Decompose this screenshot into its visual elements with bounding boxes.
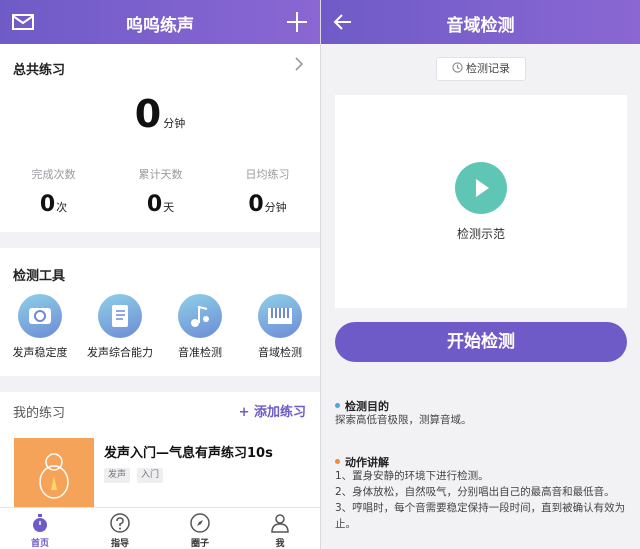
exercise-tag: 入门 bbox=[137, 468, 164, 483]
tool-stability[interactable]: 发声稳定度 bbox=[0, 294, 80, 360]
stat-days: 累计天数 0天 bbox=[107, 166, 214, 217]
exercise-thumbnail[interactable] bbox=[14, 438, 94, 507]
stat-value: 0 bbox=[39, 192, 56, 217]
tool-pitch[interactable]: 音准检测 bbox=[160, 294, 240, 360]
clock-icon bbox=[452, 62, 463, 73]
piano-keys-icon bbox=[258, 294, 302, 338]
music-note-icon bbox=[178, 294, 222, 338]
step-line: 2、身体放松，自然吸气，分别唱出自己的最高音和最低音。 bbox=[335, 486, 615, 498]
exercise-title[interactable]: 发声入门—气息有声练习10s bbox=[104, 442, 273, 461]
stat-label: 日均练习 bbox=[245, 168, 290, 181]
blue-dot-icon bbox=[335, 403, 340, 408]
purpose-text: 探索高低音极限，测算音域。 bbox=[335, 414, 472, 426]
total-practice-title: 总共练习 bbox=[13, 63, 66, 78]
stat-unit: 次 bbox=[56, 201, 68, 214]
demo-video-panel: 检测示范 bbox=[335, 95, 627, 308]
my-practice-card: 我的练习 + 添加练习 发声入门—气息有声练习10s 发声 入门 bbox=[0, 392, 320, 507]
tab-circle[interactable]: 圈子 bbox=[160, 512, 240, 549]
tool-label: 音域检测 bbox=[258, 346, 302, 359]
tab-label: 指导 bbox=[110, 539, 129, 549]
question-icon bbox=[110, 513, 130, 533]
stat-completed: 完成次数 0次 bbox=[0, 166, 107, 217]
tool-comprehensive[interactable]: 发声综合能力 bbox=[80, 294, 160, 360]
my-practice-title: 我的练习 bbox=[13, 406, 66, 421]
tab-guide[interactable]: 指导 bbox=[80, 512, 160, 549]
step-line: 1、置身安静的环境下进行检测。 bbox=[335, 470, 489, 482]
tab-label: 圈子 bbox=[190, 539, 209, 549]
total-minutes: 0 分钟 bbox=[0, 92, 320, 136]
exercise-tag: 发声 bbox=[104, 468, 131, 483]
app-title: 呜呜练声 bbox=[126, 16, 194, 36]
notebook-icon bbox=[98, 294, 142, 338]
stat-value: 0 bbox=[146, 192, 163, 217]
stat-unit: 天 bbox=[163, 201, 175, 214]
demo-label: 检测示范 bbox=[456, 227, 505, 241]
stat-label: 完成次数 bbox=[31, 168, 76, 181]
tool-label: 发声综合能力 bbox=[87, 346, 153, 359]
tool-label: 音准检测 bbox=[178, 346, 222, 359]
tab-label: 首页 bbox=[30, 539, 49, 549]
add-practice-button[interactable]: + 添加练习 bbox=[239, 401, 306, 420]
test-record-label: 检测记录 bbox=[466, 62, 510, 75]
step-line: 3、哼唱时，每个音需要稳定保持一段时间，直到被确认有效为止。 bbox=[335, 502, 626, 530]
range-test-header: 音域检测 bbox=[321, 0, 640, 44]
stopwatch-icon bbox=[33, 514, 47, 532]
stat-unit: 分钟 bbox=[264, 201, 287, 214]
tab-home[interactable]: 首页 bbox=[0, 512, 80, 549]
tool-label: 发声稳定度 bbox=[12, 346, 68, 359]
tab-label: 我 bbox=[275, 539, 285, 549]
detection-tools-card: 检测工具 发声稳定度 发声综合能力 音准检测 音域检测 bbox=[0, 248, 320, 376]
play-button[interactable] bbox=[455, 162, 507, 214]
chevron-right-icon[interactable] bbox=[294, 56, 304, 72]
stat-value: 0 bbox=[248, 192, 264, 217]
play-icon bbox=[476, 179, 489, 197]
bottom-tab-bar: 首页 指导 圈子 我 bbox=[0, 507, 320, 549]
stat-label: 累计天数 bbox=[138, 168, 183, 181]
plus-icon[interactable] bbox=[285, 10, 309, 34]
compass-icon bbox=[190, 513, 210, 533]
home-screen: 呜呜练声 总共练习 0 分钟 完成次数 0次 累计天数 0天 日均练习 0分钟 检… bbox=[0, 0, 321, 549]
detection-tools-title: 检测工具 bbox=[13, 269, 66, 284]
page-title: 音域检测 bbox=[446, 16, 515, 36]
total-practice-card[interactable]: 总共练习 0 分钟 完成次数 0次 累计天数 0天 日均练习 0分钟 bbox=[0, 44, 320, 232]
total-minutes-value: 0 bbox=[134, 92, 162, 136]
range-test-screen: 音域检测 检测记录 检测示范 开始检测 检测目的 探索高低音极限，测算音域。 动… bbox=[321, 0, 640, 549]
total-minutes-unit: 分钟 bbox=[163, 117, 186, 130]
home-header: 呜呜练声 bbox=[0, 0, 320, 44]
stat-daily-average: 日均练习 0分钟 bbox=[214, 166, 320, 217]
gauge-icon bbox=[18, 294, 62, 338]
start-test-button[interactable]: 开始检测 bbox=[335, 322, 627, 362]
person-icon bbox=[271, 514, 289, 533]
tab-me[interactable]: 我 bbox=[240, 512, 320, 549]
tool-range[interactable]: 音域检测 bbox=[240, 294, 320, 360]
orange-dot-icon bbox=[335, 459, 340, 464]
test-record-button[interactable]: 检测记录 bbox=[436, 57, 526, 81]
